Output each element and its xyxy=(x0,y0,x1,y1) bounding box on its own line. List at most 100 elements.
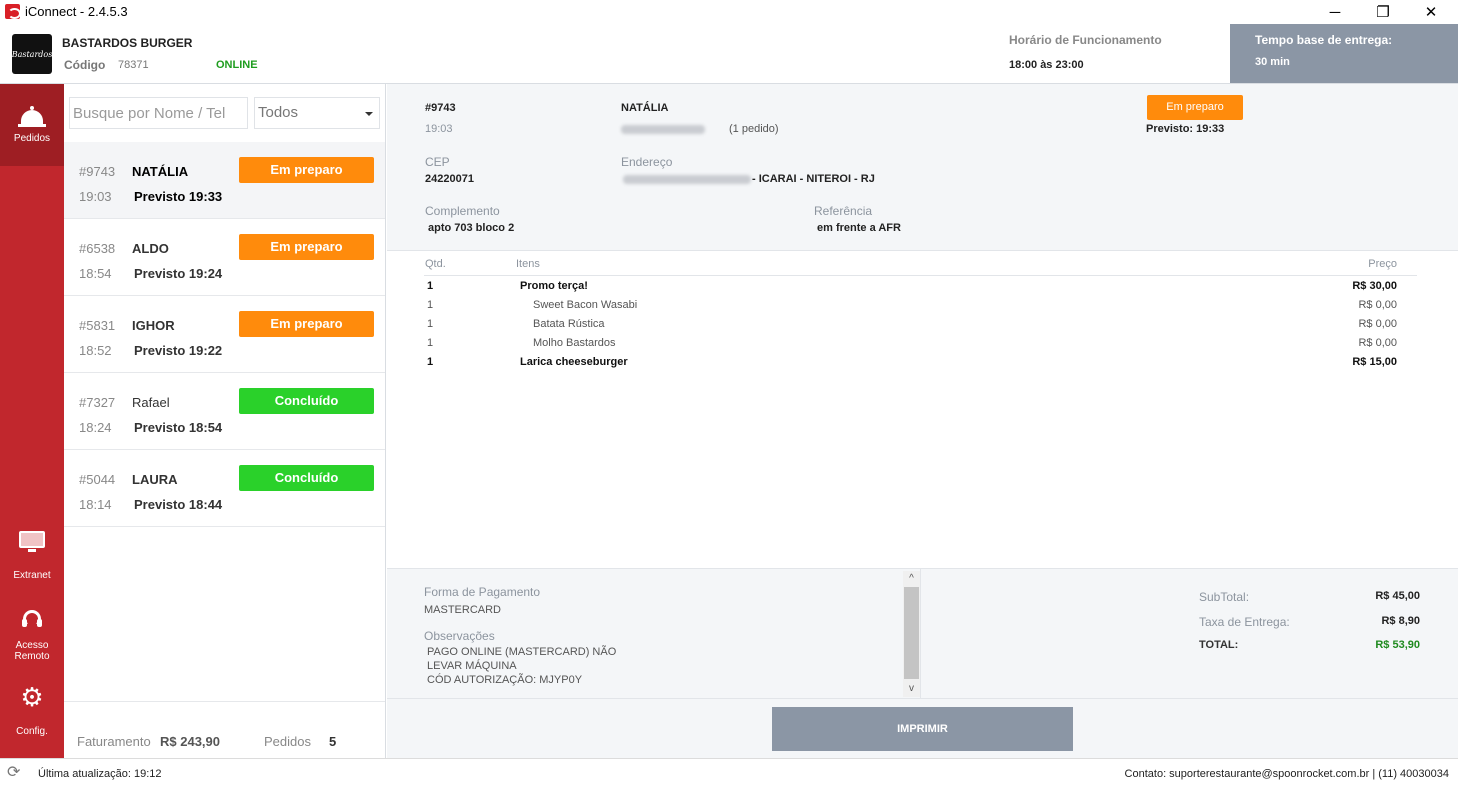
sidebar-item-config[interactable]: ⚙ Config. xyxy=(0,684,64,744)
qty-header: Qtd. xyxy=(425,258,446,270)
price-header: Preço xyxy=(1368,258,1397,270)
detail-orders-count: (1 pedido) xyxy=(729,123,779,135)
status-badge: Em preparo xyxy=(239,311,374,337)
cep-value: 24220071 xyxy=(425,173,474,185)
items-header: Itens xyxy=(516,258,540,270)
close-button[interactable]: ✕ xyxy=(1408,0,1454,24)
sidebar: Pedidos Extranet Acesso Remoto ⚙ Config. xyxy=(0,84,64,758)
payment-section: Forma de Pagamento MASTERCARD Observaçõe… xyxy=(387,568,1458,699)
scroll-thumb[interactable] xyxy=(904,587,919,679)
order-customer: IGHOR xyxy=(132,318,175,333)
billing-value: R$ 243,90 xyxy=(160,734,220,749)
item-qty: 1 xyxy=(427,318,434,330)
item-price: R$ 0,00 xyxy=(1358,299,1397,311)
sidebar-item-label: Extranet xyxy=(13,570,51,581)
online-status: ONLINE xyxy=(216,59,258,71)
order-list-panel: Todos #9743 NATÁLIA 19:03 Previsto 19:33… xyxy=(64,84,386,758)
item-name: Sweet Bacon Wasabi xyxy=(533,299,638,311)
sidebar-item-pedidos[interactable]: Pedidos xyxy=(0,84,64,166)
payment-label: Forma de Pagamento xyxy=(424,585,541,599)
order-id: #5831 xyxy=(79,318,116,333)
order-id: #6538 xyxy=(79,241,116,256)
customer-phone-redacted xyxy=(621,125,705,134)
subtotal-label: SubTotal: xyxy=(1199,590,1250,604)
reference-value: em frente a AFR xyxy=(817,222,901,234)
status-bar: ⟳ Última atualização: 19:12 Contato: sup… xyxy=(0,758,1458,787)
orders-count-value: 5 xyxy=(329,734,337,749)
order-id: #9743 xyxy=(79,164,116,179)
order-time: 18:24 xyxy=(79,420,112,435)
order-eta: Previsto 19:22 xyxy=(134,343,223,358)
sidebar-item-extranet[interactable]: Extranet xyxy=(0,531,64,591)
order-customer: NATÁLIA xyxy=(132,164,189,179)
window-title: iConnect - 2.4.5.3 xyxy=(25,4,128,19)
minimize-button[interactable]: ─ xyxy=(1312,0,1358,24)
notes-scrollbar[interactable]: ^ v xyxy=(903,571,920,697)
subtotal-value: R$ 45,00 xyxy=(1375,590,1420,602)
orders-count-label: Pedidos xyxy=(264,734,311,749)
billing-label: Faturamento xyxy=(77,734,151,749)
item-name: Larica cheeseburger xyxy=(520,356,628,368)
payment-value: MASTERCARD xyxy=(424,604,502,616)
complement-value: apto 703 bloco 2 xyxy=(428,222,515,234)
complement-label: Complemento xyxy=(425,204,500,218)
filter-value: Todos xyxy=(258,104,299,121)
sidebar-item-label: Pedidos xyxy=(13,133,51,144)
search-input[interactable] xyxy=(69,97,248,129)
order-row[interactable]: #7327 Rafael 18:24 Previsto 18:54 Conclu… xyxy=(64,373,385,450)
delivery-time-box: Tempo base de entrega: 30 min xyxy=(1230,24,1458,83)
order-row[interactable]: #9743 NATÁLIA 19:03 Previsto 19:33 Em pr… xyxy=(64,142,385,219)
code-label: Código xyxy=(64,58,106,72)
notes-line: CÓD AUTORIZAÇÃO: MJYP0Y xyxy=(427,674,583,686)
scroll-up-icon[interactable]: ^ xyxy=(903,571,920,587)
order-customer: Rafael xyxy=(132,395,170,410)
store-logo: Bastardos xyxy=(12,34,52,74)
order-eta: Previsto 19:24 xyxy=(134,266,223,281)
refresh-icon[interactable]: ⟳ xyxy=(7,765,25,781)
maximize-button[interactable]: ❐ xyxy=(1360,0,1406,24)
order-customer: ALDO xyxy=(132,241,169,256)
monitor-icon xyxy=(19,531,45,552)
table-row: 1 Promo terça! R$ 30,00 xyxy=(424,278,1417,297)
detail-order-time: 19:03 xyxy=(425,123,453,135)
order-row[interactable]: #5044 LAURA 18:14 Previsto 18:44 Concluí… xyxy=(64,450,385,527)
order-time: 18:14 xyxy=(79,497,112,512)
item-price: R$ 0,00 xyxy=(1358,318,1397,330)
table-row: 1 Larica cheeseburger R$ 15,00 xyxy=(424,354,1417,373)
order-eta: Previsto 19:33 xyxy=(134,189,223,204)
last-update: Última atualização: 19:12 xyxy=(38,768,162,780)
title-bar: iConnect - 2.4.5.3 ─ ❐ ✕ xyxy=(0,0,1458,24)
item-price: R$ 30,00 xyxy=(1352,280,1397,292)
order-row[interactable]: #6538 ALDO 18:54 Previsto 19:24 Em prepa… xyxy=(64,219,385,296)
notes-line: PAGO ONLINE (MASTERCARD) NÃO xyxy=(427,646,617,658)
sidebar-item-remote-access[interactable]: Acesso Remoto xyxy=(0,610,64,670)
item-qty: 1 xyxy=(427,356,434,368)
contact-info: Contato: suporterestaurante@spoonrocket.… xyxy=(1124,768,1449,780)
detail-customer-name: NATÁLIA xyxy=(621,102,669,114)
code-value: 78371 xyxy=(118,59,149,71)
status-badge: Concluído xyxy=(239,465,374,491)
scroll-down-icon[interactable]: v xyxy=(903,681,920,697)
detail-eta: Previsto: 19:33 xyxy=(1146,123,1225,135)
payment-notes-area: Forma de Pagamento MASTERCARD Observaçõe… xyxy=(387,569,920,699)
order-eta: Previsto 18:54 xyxy=(134,420,223,435)
item-qty: 1 xyxy=(427,299,434,311)
total-label: TOTAL: xyxy=(1199,639,1239,651)
status-badge: Concluído xyxy=(239,388,374,414)
order-time: 18:52 xyxy=(79,343,112,358)
sidebar-item-label: Config. xyxy=(16,726,48,737)
order-row[interactable]: #5831 IGHOR 18:52 Previsto 19:22 Em prep… xyxy=(64,296,385,373)
print-button[interactable]: IMPRIMIR xyxy=(772,707,1073,751)
order-time: 18:54 xyxy=(79,266,112,281)
table-row: 1 Sweet Bacon Wasabi R$ 0,00 xyxy=(424,297,1417,316)
address-label: Endereço xyxy=(621,155,673,169)
gear-icon: ⚙ xyxy=(20,682,44,712)
detail-order-id: #9743 xyxy=(425,102,456,114)
delivery-time-label: Tempo base de entrega: xyxy=(1255,33,1393,47)
sidebar-item-label: Acesso Remoto xyxy=(14,640,50,662)
item-price: R$ 0,00 xyxy=(1358,337,1397,349)
app-logo-icon xyxy=(5,4,21,19)
item-name: Batata Rústica xyxy=(533,318,605,330)
status-filter-select[interactable]: Todos xyxy=(254,97,380,129)
header-divider xyxy=(424,275,1417,276)
